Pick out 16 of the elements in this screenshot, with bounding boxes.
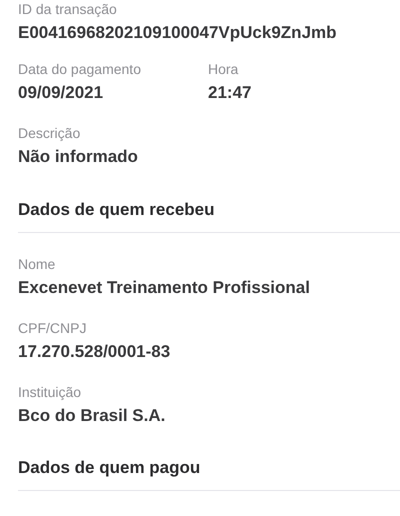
field-label: Instituição [18, 383, 82, 401]
field-value: Não informado [18, 146, 139, 168]
field-label: ID da transação [18, 0, 118, 18]
field-value: Bco do Brasil S.A. [18, 405, 166, 427]
field-value: Excenevet Treinamento Profissional [18, 277, 311, 299]
field-label: Descrição [18, 124, 82, 142]
field-value: 09/09/2021 [18, 82, 104, 104]
field-label: Hora [208, 60, 240, 78]
section-heading: Dados de quem recebeu [18, 198, 400, 233]
field-label: Nome [18, 255, 56, 273]
field-value: E00416968202109100047VpUck9ZnJmb [18, 22, 338, 44]
field-value: 21:47 [208, 82, 252, 104]
field-label: CPF/CNPJ [18, 319, 88, 337]
section-heading: Dados de quem pagou [18, 456, 400, 491]
field-value: 17.270.528/0001-83 [18, 341, 172, 363]
field-label: Data do pagamento [18, 60, 142, 78]
